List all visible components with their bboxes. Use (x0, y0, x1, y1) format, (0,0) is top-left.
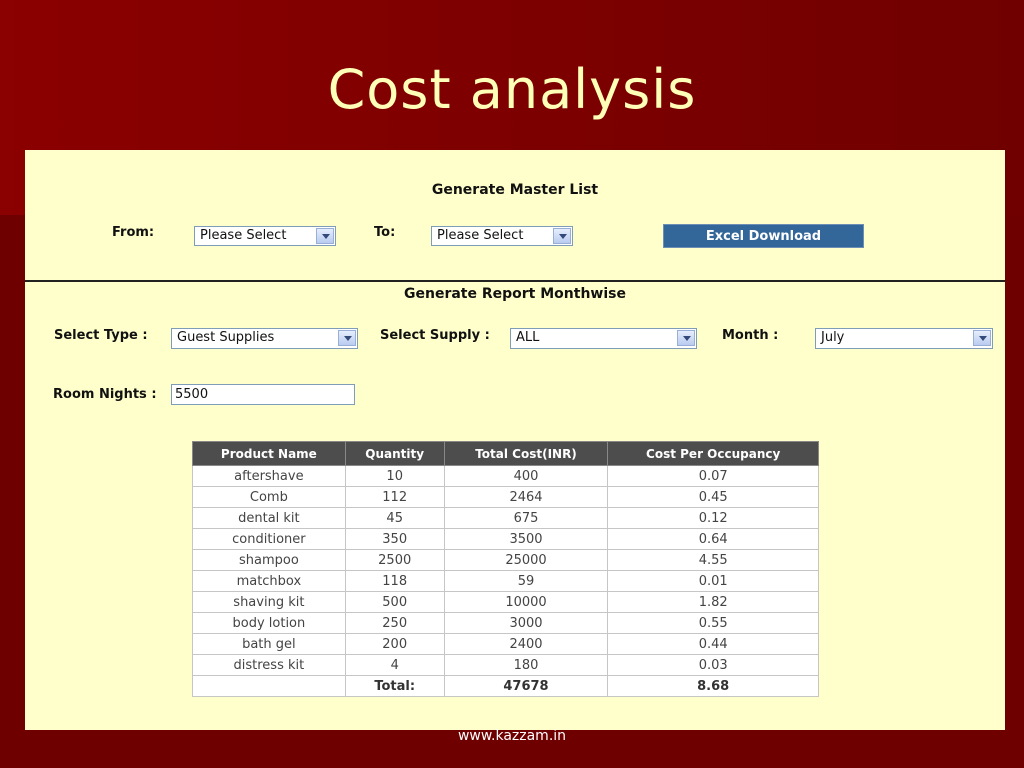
total-cost-cell: 2464 (443, 486, 609, 508)
chevron-down-icon[interactable] (316, 228, 334, 244)
quantity-cell: 4 (344, 654, 445, 676)
quantity-cell: 200 (344, 633, 445, 655)
total-cost-cell: 2400 (443, 633, 609, 655)
section-divider (25, 280, 1005, 282)
product-name-cell: aftershave (192, 465, 346, 487)
cost-per-occupancy-cell: 4.55 (607, 549, 819, 571)
footer-url: www.kazzam.in (457, 728, 567, 744)
chevron-down-icon[interactable] (677, 330, 695, 346)
report-panel: Generate Master List From: Please Select… (25, 150, 1005, 730)
total-cost-cell: 25000 (443, 549, 609, 571)
column-header: Product Name (192, 441, 346, 466)
select-type-value: Guest Supplies (177, 330, 275, 345)
product-name-cell: conditioner (192, 528, 346, 550)
total-cost-cell: 3500 (443, 528, 609, 550)
master-list-heading: Generate Master List (431, 182, 599, 198)
cost-per-occupancy-cell: 0.55 (607, 612, 819, 634)
quantity-cell: 10 (344, 465, 445, 487)
total-cost-cell: 59 (443, 570, 609, 592)
table-row: matchbox 118 59 0.01 (192, 570, 819, 592)
product-name-cell: distress kit (192, 654, 346, 676)
slide-title: Cost analysis (327, 58, 697, 121)
chevron-down-icon[interactable] (338, 330, 356, 346)
table-row: shaving kit 500 10000 1.82 (192, 591, 819, 613)
product-name-cell: shampoo (192, 549, 346, 571)
product-name-cell: body lotion (192, 612, 346, 634)
excel-download-button[interactable]: Excel Download (663, 224, 864, 248)
from-label: From: (112, 225, 155, 240)
quantity-cell: 118 (344, 570, 445, 592)
cost-table: Product Name Quantity Total Cost(INR) Co… (192, 441, 819, 697)
product-name-cell: bath gel (192, 633, 346, 655)
table-row: Comb 112 2464 0.45 (192, 486, 819, 508)
column-header: Quantity (344, 441, 445, 466)
column-header: Total Cost(INR) (443, 441, 609, 466)
cost-per-occupancy-cell: 0.12 (607, 507, 819, 529)
to-select[interactable]: Please Select (431, 226, 573, 246)
chevron-down-icon[interactable] (973, 330, 991, 346)
product-name-cell: matchbox (192, 570, 346, 592)
total-cost-cell: 10000 (443, 591, 609, 613)
cost-per-occupancy-cell: 1.82 (607, 591, 819, 613)
room-nights-input[interactable]: 5500 (171, 384, 355, 405)
quantity-cell: 500 (344, 591, 445, 613)
to-select-value: Please Select (437, 228, 524, 243)
cost-per-occupancy-cell: 0.07 (607, 465, 819, 487)
chevron-down-icon[interactable] (553, 228, 571, 244)
month-label: Month : (722, 328, 779, 343)
total-cost-cell: 400 (443, 465, 609, 487)
total-cost-cell: 180 (443, 654, 609, 676)
cost-per-occupancy-cell: 0.44 (607, 633, 819, 655)
product-name-cell: shaving kit (192, 591, 346, 613)
to-label: To: (374, 225, 396, 240)
table-row: distress kit 4 180 0.03 (192, 654, 819, 676)
table-total-row: Total: 47678 8.68 (192, 675, 819, 697)
product-name-cell: dental kit (192, 507, 346, 529)
report-heading: Generate Report Monthwise (404, 286, 626, 302)
table-row: body lotion 250 3000 0.55 (192, 612, 819, 634)
table-row: conditioner 350 3500 0.64 (192, 528, 819, 550)
quantity-cell: 112 (344, 486, 445, 508)
total-label-cell: Total: (344, 675, 445, 697)
select-type-dropdown[interactable]: Guest Supplies (171, 328, 358, 349)
column-header: Cost Per Occupancy (607, 441, 819, 466)
table-row: bath gel 200 2400 0.44 (192, 633, 819, 655)
total-cost-sum-cell: 47678 (443, 675, 609, 697)
select-supply-label: Select Supply : (380, 328, 490, 343)
table-header-row: Product Name Quantity Total Cost(INR) Co… (192, 441, 819, 466)
table-row: shampoo 2500 25000 4.55 (192, 549, 819, 571)
room-nights-label: Room Nights : (53, 387, 157, 402)
cost-per-occupancy-cell: 0.64 (607, 528, 819, 550)
table-row: dental kit 45 675 0.12 (192, 507, 819, 529)
table-row: aftershave 10 400 0.07 (192, 465, 819, 487)
product-name-cell: Comb (192, 486, 346, 508)
cost-per-occupancy-cell: 0.01 (607, 570, 819, 592)
quantity-cell: 45 (344, 507, 445, 529)
from-select[interactable]: Please Select (194, 226, 336, 246)
total-empty-cell (192, 675, 346, 697)
select-supply-dropdown[interactable]: ALL (510, 328, 697, 349)
total-cost-per-occupancy-cell: 8.68 (607, 675, 819, 697)
from-select-value: Please Select (200, 228, 287, 243)
quantity-cell: 2500 (344, 549, 445, 571)
month-dropdown[interactable]: July (815, 328, 993, 349)
cost-per-occupancy-cell: 0.45 (607, 486, 819, 508)
quantity-cell: 250 (344, 612, 445, 634)
total-cost-cell: 675 (443, 507, 609, 529)
select-supply-value: ALL (516, 330, 540, 345)
total-cost-cell: 3000 (443, 612, 609, 634)
month-value: July (821, 330, 845, 345)
quantity-cell: 350 (344, 528, 445, 550)
cost-per-occupancy-cell: 0.03 (607, 654, 819, 676)
select-type-label: Select Type : (54, 328, 148, 343)
